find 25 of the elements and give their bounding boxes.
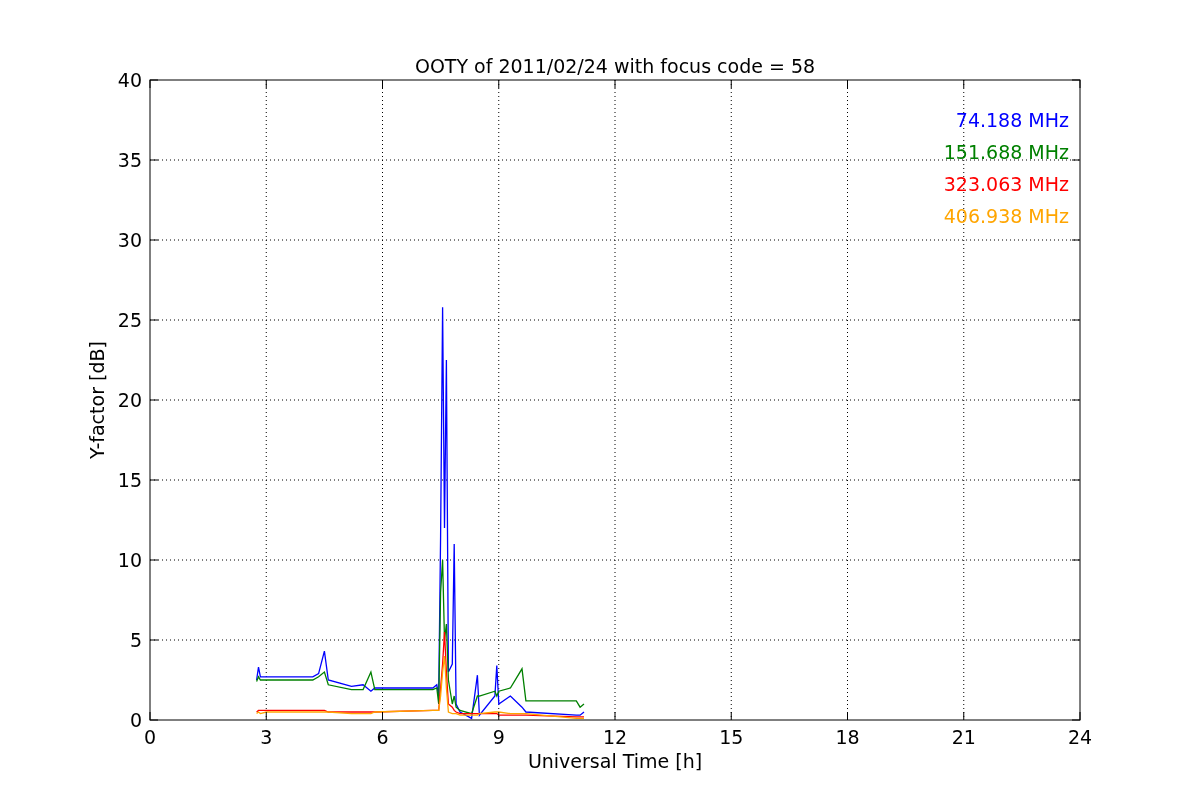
tick-label: 15 <box>719 726 744 748</box>
tick-label: 40 <box>117 69 142 91</box>
tick-label: 25 <box>117 309 142 331</box>
legend-label: 74.188 MHz <box>955 109 1069 131</box>
chart-title: OOTY of 2011/02/24 with focus code = 58 <box>414 55 816 77</box>
legend-label: 406.938 MHz <box>943 205 1069 227</box>
axis-label: Y-factor [dB] <box>86 341 108 459</box>
tick-label: 21 <box>951 726 976 748</box>
tick-label: 15 <box>117 469 142 491</box>
tick-label: 9 <box>492 726 505 748</box>
tick-label: 18 <box>835 726 860 748</box>
tick-label: 35 <box>117 149 142 171</box>
tick-label: 0 <box>143 726 157 748</box>
tick-label: 5 <box>129 629 142 651</box>
legend-label: 151.688 MHz <box>943 141 1069 163</box>
legend-label: 323.063 MHz <box>943 173 1069 195</box>
tick-label: 10 <box>117 549 142 571</box>
tick-label: 20 <box>117 389 142 411</box>
tick-label: 3 <box>260 726 273 748</box>
tick-label: 6 <box>376 726 389 748</box>
tick-label: 24 <box>1067 726 1093 748</box>
tick-label: 0 <box>129 709 142 731</box>
tick-label: 12 <box>602 726 628 748</box>
axis-label: Universal Time [h] <box>527 750 703 772</box>
tick-label: 30 <box>117 229 142 251</box>
